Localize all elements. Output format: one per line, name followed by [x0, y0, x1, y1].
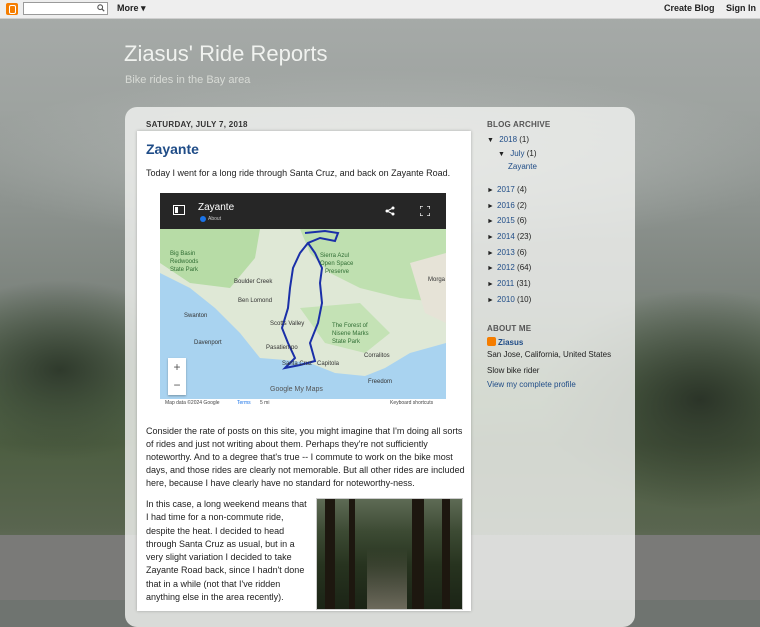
collapsed-triangle-icon[interactable]: ►	[487, 250, 497, 257]
zoom-in-button[interactable]: +	[168, 358, 186, 376]
forest-road-photo[interactable]	[316, 498, 463, 610]
map-label: Scotts Valley	[270, 321, 305, 327]
collapsed-triangle-icon[interactable]: ►	[487, 218, 497, 225]
archive-post-link[interactable]: Zayante	[508, 162, 537, 171]
archive-month-link[interactable]: July	[510, 149, 524, 158]
map-label: Sierra Azul	[320, 253, 350, 259]
map-label: Ben Lomond	[238, 298, 273, 304]
profile-name-link[interactable]: Ziasus	[487, 337, 523, 347]
archive-year[interactable]: ► 2015 (6)	[487, 216, 527, 225]
fullscreen-icon[interactable]	[420, 206, 430, 216]
map-label: Redwoods	[170, 259, 199, 265]
map-title: Zayante	[198, 202, 235, 213]
caret-down-icon: ▾	[141, 3, 146, 13]
map-terms-link[interactable]: Terms	[237, 400, 251, 406]
post-title[interactable]: Zayante	[146, 141, 199, 157]
profile-location: San Jose, California, United States	[487, 350, 612, 359]
map-brand: Google My Maps	[270, 386, 323, 393]
collapsed-triangle-icon[interactable]: ►	[487, 281, 497, 288]
map-label: Capitola	[317, 361, 340, 367]
archive-year[interactable]: ► 2013 (6)	[487, 248, 527, 257]
archive-year-link[interactable]: 2010	[497, 295, 515, 304]
create-blog-link[interactable]: Create Blog	[664, 3, 715, 13]
map-label: Open Space	[320, 261, 354, 267]
map-label: Corralitos	[364, 353, 390, 359]
archive-year[interactable]: ► 2010 (10)	[487, 295, 531, 304]
expanded-triangle-icon[interactable]: ▼	[487, 137, 497, 144]
blogger-navbar: More ▾ Create Blog Sign In	[0, 0, 760, 19]
keyboard-shortcuts-link[interactable]: Keyboard shortcuts	[390, 400, 433, 406]
search-input[interactable]	[23, 2, 108, 15]
zoom-controls: + −	[168, 358, 186, 395]
archive-year[interactable]: ► 2014 (23)	[487, 232, 531, 241]
archive-year-link[interactable]: 2017	[497, 185, 515, 194]
archive-year-link[interactable]: 2013	[497, 248, 515, 257]
post-paragraph: In this case, a long weekend means that …	[146, 499, 307, 603]
archive-year[interactable]: ► 2011 (31)	[487, 279, 531, 288]
map-toolbar: Zayante About	[160, 193, 446, 229]
post-date: SATURDAY, JULY 7, 2018	[146, 120, 248, 129]
share-icon[interactable]	[385, 206, 395, 216]
profile-bio: Slow bike rider	[487, 366, 540, 375]
map-label: Freedom	[368, 379, 393, 385]
archive-month[interactable]: ▼ July (1)	[498, 149, 536, 158]
map-label: Pasatiempo	[266, 345, 298, 351]
embedded-map[interactable]: Zayante About Big Basin Redwoods State P…	[160, 193, 446, 408]
map-data-credit: Map data ©2024 Google	[165, 400, 220, 406]
map-label: State Park	[332, 339, 361, 345]
more-menu[interactable]: More ▾	[117, 3, 146, 14]
archive-year-link[interactable]: 2012	[497, 263, 515, 272]
collapsed-triangle-icon[interactable]: ►	[487, 265, 497, 272]
map-label: Swanton	[184, 313, 208, 319]
map-scale: 5 mi	[260, 400, 270, 406]
archive-year[interactable]: ► 2016 (2)	[487, 201, 527, 210]
blog-description: Bike rides in the Bay area	[125, 74, 251, 86]
map-label: The Forest of	[332, 323, 368, 329]
about-me-heading: ABOUT ME	[487, 324, 532, 333]
map-footer: Map data ©2024 Google Terms 5 mi Keyboar…	[160, 399, 446, 408]
map-label: Big Basin	[170, 251, 196, 257]
map-label: Preserve	[325, 269, 350, 275]
map-label: Nisene Marks	[332, 331, 369, 337]
archive-year-link[interactable]: 2011	[497, 279, 514, 288]
archive-year[interactable]: ▼ 2018 (1)	[487, 135, 529, 144]
blog-title[interactable]: Ziasus' Ride Reports	[124, 41, 328, 67]
archive-year[interactable]: ► 2017 (4)	[487, 185, 527, 194]
post-intro: Today I went for a long ride through San…	[146, 168, 451, 178]
blogger-profile-icon	[487, 337, 496, 346]
sign-in-link[interactable]: Sign In	[726, 3, 756, 13]
archive-year-link[interactable]: 2014	[497, 232, 515, 241]
collapsed-triangle-icon[interactable]: ►	[487, 297, 497, 304]
archive-year[interactable]: ► 2012 (64)	[487, 263, 531, 272]
info-icon	[200, 216, 206, 222]
archive-year-link[interactable]: 2015	[497, 216, 515, 225]
expanded-triangle-icon[interactable]: ▼	[498, 151, 508, 158]
archive-year-link[interactable]: 2018	[499, 135, 517, 144]
search-icon[interactable]	[97, 4, 105, 12]
zoom-out-button[interactable]: −	[168, 376, 186, 394]
view-profile-link[interactable]: View my complete profile	[487, 380, 576, 389]
map-label: State Park	[170, 267, 199, 273]
post-paragraph: Consider the rate of posts on this site,…	[146, 426, 465, 488]
archive-year-link[interactable]: 2016	[497, 201, 515, 210]
collapsed-triangle-icon[interactable]: ►	[487, 203, 497, 210]
map-label: Boulder Creek	[234, 279, 273, 285]
map-label: Davenport	[194, 340, 222, 346]
map-menu-icon[interactable]	[173, 205, 185, 215]
blogger-logo-icon[interactable]	[6, 3, 18, 15]
collapsed-triangle-icon[interactable]: ►	[487, 187, 497, 194]
map-label: Morga	[428, 277, 446, 283]
blog-archive-heading: BLOG ARCHIVE	[487, 120, 551, 129]
collapsed-triangle-icon[interactable]: ►	[487, 234, 497, 241]
map-about-link[interactable]: About	[208, 216, 221, 222]
map-label: Santa Cruz	[282, 361, 313, 367]
